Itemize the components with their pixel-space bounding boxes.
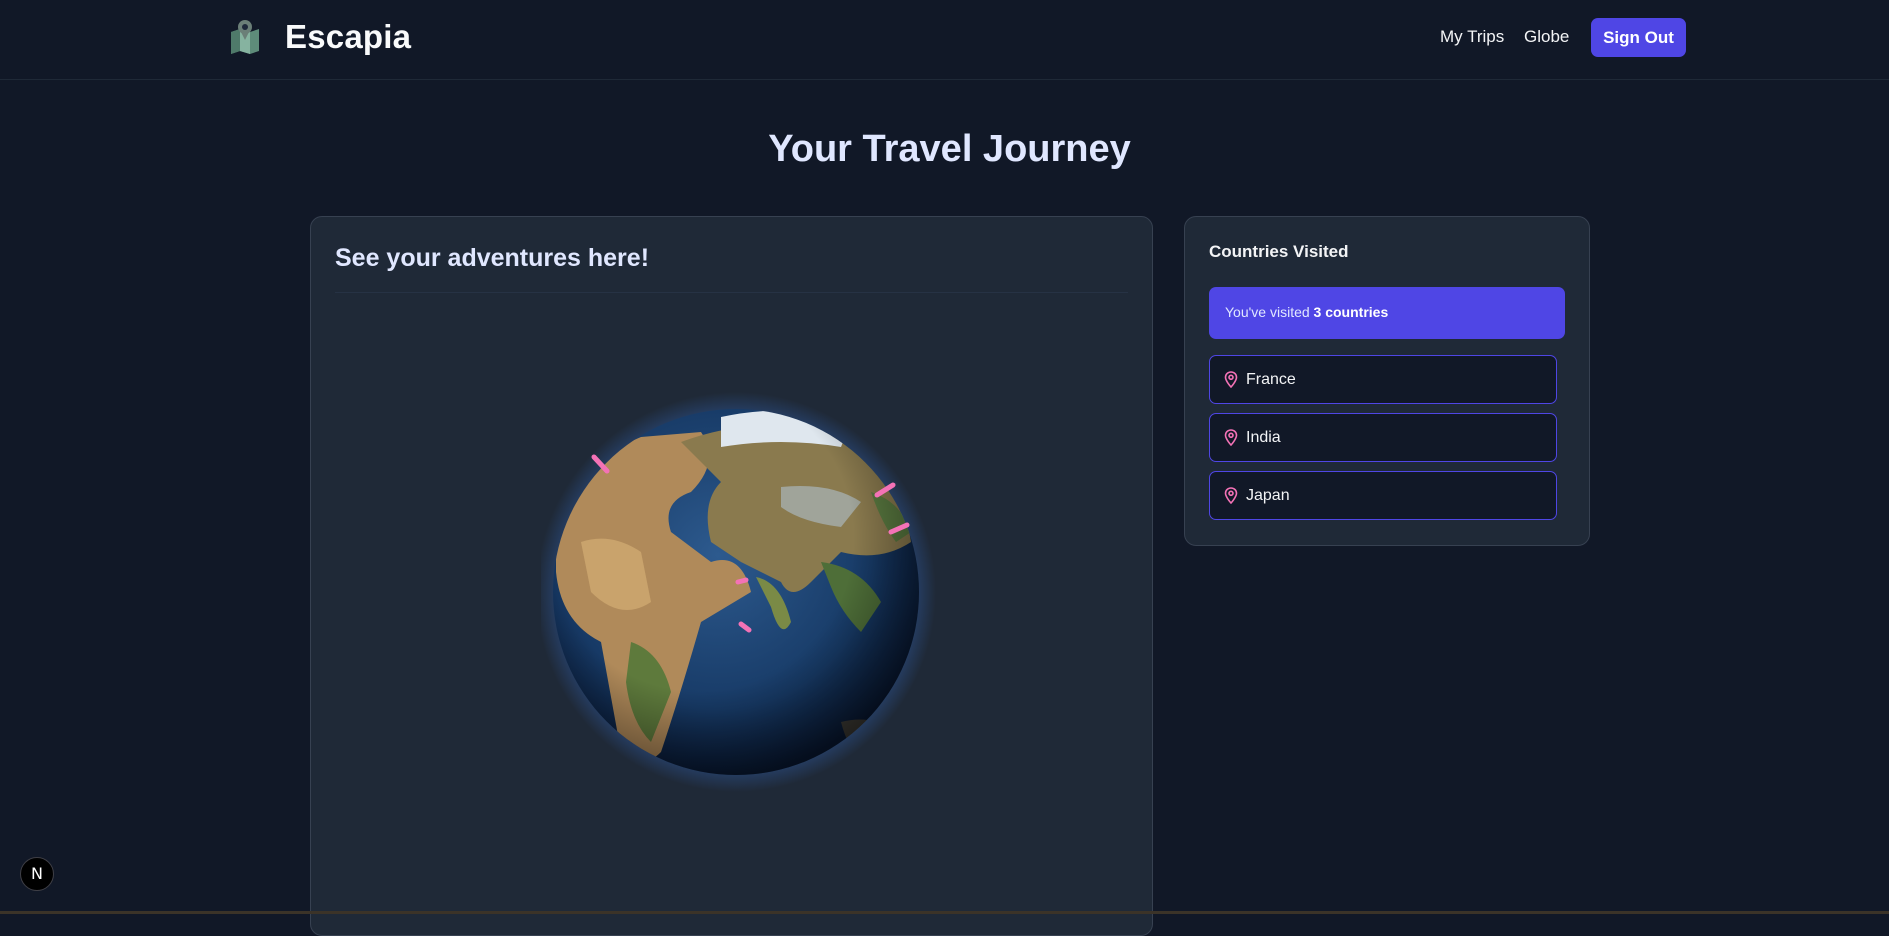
nextjs-logo-icon[interactable]: N [20, 857, 54, 891]
map-pin-icon [1224, 371, 1238, 388]
brand-name[interactable]: Escapia [285, 18, 411, 56]
divider [335, 292, 1128, 293]
country-name: France [1246, 371, 1296, 388]
earth-globe-icon[interactable] [541, 392, 941, 792]
countries-visited-card: Countries Visited You've visited 3 count… [1184, 216, 1590, 546]
globe-card-title: See your adventures here! [335, 244, 650, 272]
visited-prefix: You've visited [1225, 304, 1314, 320]
sign-out-button[interactable]: Sign Out [1591, 18, 1686, 57]
map-pin-icon [1224, 429, 1238, 446]
globe-card: See your adventures here! [310, 216, 1153, 936]
visited-count-banner: You've visited 3 countries [1209, 287, 1565, 339]
top-navbar: Escapia My Trips Globe Sign Out [0, 0, 1889, 80]
country-item-japan[interactable]: Japan [1209, 471, 1557, 520]
country-item-india[interactable]: India [1209, 413, 1557, 462]
map-pin-icon [1224, 487, 1238, 504]
nav-my-trips-link[interactable]: My Trips [1440, 27, 1504, 47]
country-item-france[interactable]: France [1209, 355, 1557, 404]
country-name: Japan [1246, 487, 1290, 504]
nav-globe-link[interactable]: Globe [1524, 27, 1569, 47]
country-name: India [1246, 429, 1281, 446]
visited-count: 3 countries [1313, 304, 1389, 320]
folded-map-pin-icon[interactable] [228, 18, 262, 54]
countries-visited-title: Countries Visited [1209, 242, 1349, 261]
page-title: Your Travel Journey [768, 128, 1131, 170]
